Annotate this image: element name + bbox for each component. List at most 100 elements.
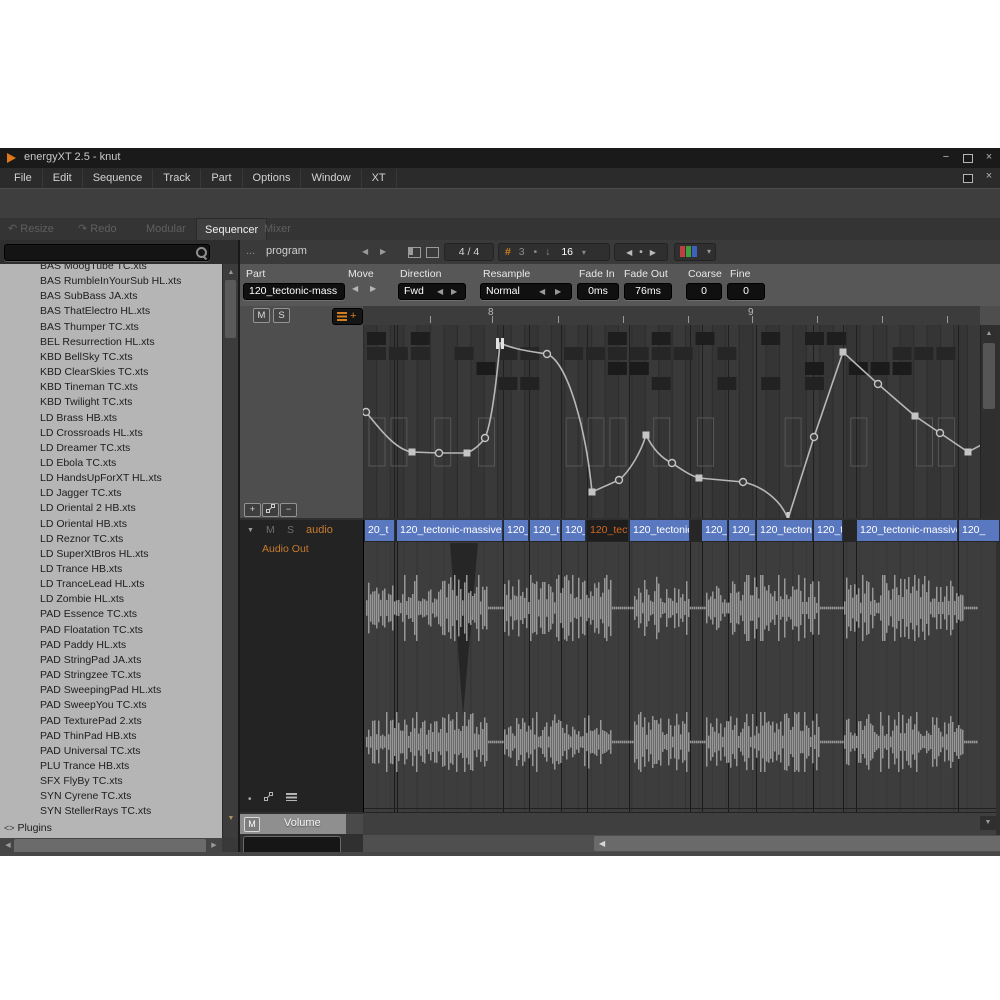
list-item[interactable]: KBD Twilight TC.xts — [40, 395, 132, 410]
automation-editor[interactable] — [363, 325, 980, 518]
clip-segment[interactable]: 120_t — [814, 520, 843, 541]
clip-segment[interactable]: 120_t — [702, 520, 728, 541]
collapse-icon[interactable]: ▼ — [247, 527, 254, 534]
grid-settings-box[interactable]: # 3 • ↓ 16 ▾ — [498, 243, 610, 261]
fade-in-box[interactable]: 0ms — [577, 283, 619, 300]
waveform-area[interactable] — [363, 542, 996, 812]
clip-segment[interactable]: 120_tectonic — [630, 520, 690, 541]
timeline-ruler[interactable]: 89 — [363, 306, 980, 325]
list-item[interactable]: BAS ThatElectro HL.xts — [40, 304, 150, 319]
program-prev-icon[interactable]: ◀ — [362, 247, 368, 256]
clip-segment[interactable]: 120_tectonic — [757, 520, 813, 541]
list-item[interactable]: LD Jagger TC.xts — [40, 486, 122, 501]
menu-item-edit[interactable]: Edit — [43, 169, 83, 188]
list-item[interactable]: LD HandsUpForXT HL.xts — [40, 471, 162, 486]
list-item[interactable]: KBD BellSky TC.xts — [40, 350, 133, 365]
close-button[interactable]: × — [981, 151, 997, 163]
direction-box[interactable]: Fwd ◀ ▶ — [398, 283, 466, 300]
list-item[interactable]: PAD SweepYou TC.xts — [40, 698, 147, 713]
clip-segment[interactable]: 120_t — [504, 520, 529, 541]
list-item[interactable]: LD Trance HB.xts — [40, 562, 122, 577]
layout-split-icon[interactable] — [408, 247, 421, 258]
list-item[interactable]: PAD TexturePad 2.xts — [40, 714, 142, 729]
search-input[interactable] — [4, 244, 210, 261]
track-output[interactable]: Audio Out — [262, 543, 309, 555]
list-item[interactable]: PAD Paddy HL.xts — [40, 638, 126, 653]
track-header-panel[interactable]: ▼ M S audio Audio Out • — [240, 520, 364, 812]
program-next-icon[interactable]: ▶ — [380, 247, 386, 256]
nav-left-icon[interactable]: ◀ — [626, 248, 632, 257]
color-swatch-button[interactable]: ▾ — [674, 243, 716, 261]
scroll-down-icon[interactable]: ▼ — [980, 816, 996, 830]
move-right-icon[interactable]: ▶ — [370, 284, 376, 293]
time-signature-box[interactable]: 4 / 4 — [444, 243, 494, 261]
fade-out-box[interactable]: 76ms — [624, 283, 672, 300]
mdi-restore-button[interactable] — [963, 174, 973, 183]
mdi-close-button[interactable]: × — [981, 170, 997, 182]
tab-mixer[interactable]: Mixer — [264, 218, 291, 240]
grid-step-value[interactable]: 16 — [553, 246, 573, 258]
list-item[interactable]: LD Oriental HB.xts — [40, 517, 127, 532]
scroll-right-icon[interactable]: ▶ — [206, 839, 222, 852]
restore-button[interactable] — [963, 154, 973, 163]
clip-segment[interactable]: 120_ — [729, 520, 756, 541]
automation-vscrollbar[interactable]: ▲ — [980, 325, 997, 518]
menu-item-options[interactable]: Options — [243, 169, 302, 188]
list-item[interactable]: LD Zombie HL.xts — [40, 592, 124, 607]
hscroll-thumb[interactable]: ◀ — [594, 836, 1000, 851]
track-hscrollbar[interactable]: ◀ — [363, 835, 1000, 852]
hscroll-thumb[interactable] — [14, 839, 206, 853]
grid-icon[interactable]: # — [499, 246, 511, 258]
link-button[interactable] — [264, 792, 273, 804]
program-selector[interactable]: program — [266, 245, 307, 257]
menu-item-window[interactable]: Window — [301, 169, 361, 188]
list-item[interactable]: LD TranceLead HL.xts — [40, 577, 144, 592]
list-item[interactable]: PAD SweepingPad HL.xts — [40, 683, 161, 698]
clip-segment[interactable]: 120_t — [530, 520, 561, 541]
move-left-icon[interactable]: ◀ — [352, 284, 358, 293]
scroll-up-icon[interactable]: ▲ — [223, 266, 239, 279]
list-item[interactable]: PAD ThinPad HB.xts — [40, 729, 136, 744]
track-mute-button[interactable]: M — [266, 524, 275, 536]
list-item[interactable]: LD SuperXtBros HL.xts — [40, 547, 149, 562]
list-item[interactable]: PAD Floatation TC.xts — [40, 623, 143, 638]
nav-right-icon[interactable]: ▶ — [650, 248, 656, 257]
list-item[interactable]: LD Brass HB.xts — [40, 411, 117, 426]
more-menu-button[interactable]: ... — [246, 245, 255, 257]
list-item[interactable]: PAD Universal TC.xts — [40, 744, 141, 759]
clip-segment[interactable]: 120_tect — [587, 520, 629, 541]
scroll-down-icon[interactable]: ▼ — [223, 812, 239, 825]
solo-button[interactable]: S — [273, 308, 290, 323]
list-item[interactable]: LD Reznor TC.xts — [40, 532, 123, 547]
list-item[interactable]: LD Oriental 2 HB.xts — [40, 501, 136, 516]
list-item[interactable]: BAS RumbleInYourSub HL.xts — [40, 274, 181, 289]
clip-segment[interactable]: 120_ — [959, 520, 1000, 541]
menu-item-file[interactable]: File — [4, 169, 43, 188]
menu-item-track[interactable]: Track — [153, 169, 201, 188]
list-item[interactable]: KBD Tineman TC.xts — [40, 380, 138, 395]
dot-icon[interactable]: • — [248, 794, 252, 805]
pattern-add-button[interactable]: + — [332, 308, 363, 325]
clip-segment[interactable]: 120_tectonic-massive — [397, 520, 503, 541]
tab-sequencer[interactable]: Sequencer — [196, 218, 267, 241]
fine-box[interactable]: 0 — [727, 283, 765, 300]
list-item[interactable]: LD Crossroads HL.xts — [40, 426, 143, 441]
list-item[interactable]: SFX FlyBy TC.xts — [40, 774, 123, 789]
redo-button[interactable]: ↷ Redo — [78, 218, 117, 240]
zoom-out-button[interactable]: − — [280, 503, 297, 517]
search-icon[interactable] — [196, 247, 207, 258]
part-value-box[interactable]: 120_tectonic-mass — [243, 283, 345, 300]
track-name[interactable]: audio — [306, 524, 333, 536]
link-button[interactable] — [262, 503, 279, 517]
list-item[interactable]: BAS MoogTube TC.xts — [40, 264, 147, 274]
clip-segment[interactable]: 120_tectonic-massive — [857, 520, 958, 541]
list-item[interactable]: LD Dreamer TC.xts — [40, 441, 130, 456]
vscroll-thumb[interactable] — [225, 280, 236, 338]
tab-modular[interactable]: Modular — [146, 218, 186, 240]
list-item[interactable]: SYN StellerRays TC.xts — [40, 804, 151, 819]
hamburger-icon[interactable] — [286, 793, 297, 804]
tree-item-plugins[interactable]: <> Plugins — [4, 821, 52, 836]
resample-box[interactable]: Normal ◀ ▶ — [480, 283, 572, 300]
undo-button[interactable]: ↶ Resize — [8, 218, 54, 240]
mute-button[interactable]: M — [253, 308, 270, 323]
